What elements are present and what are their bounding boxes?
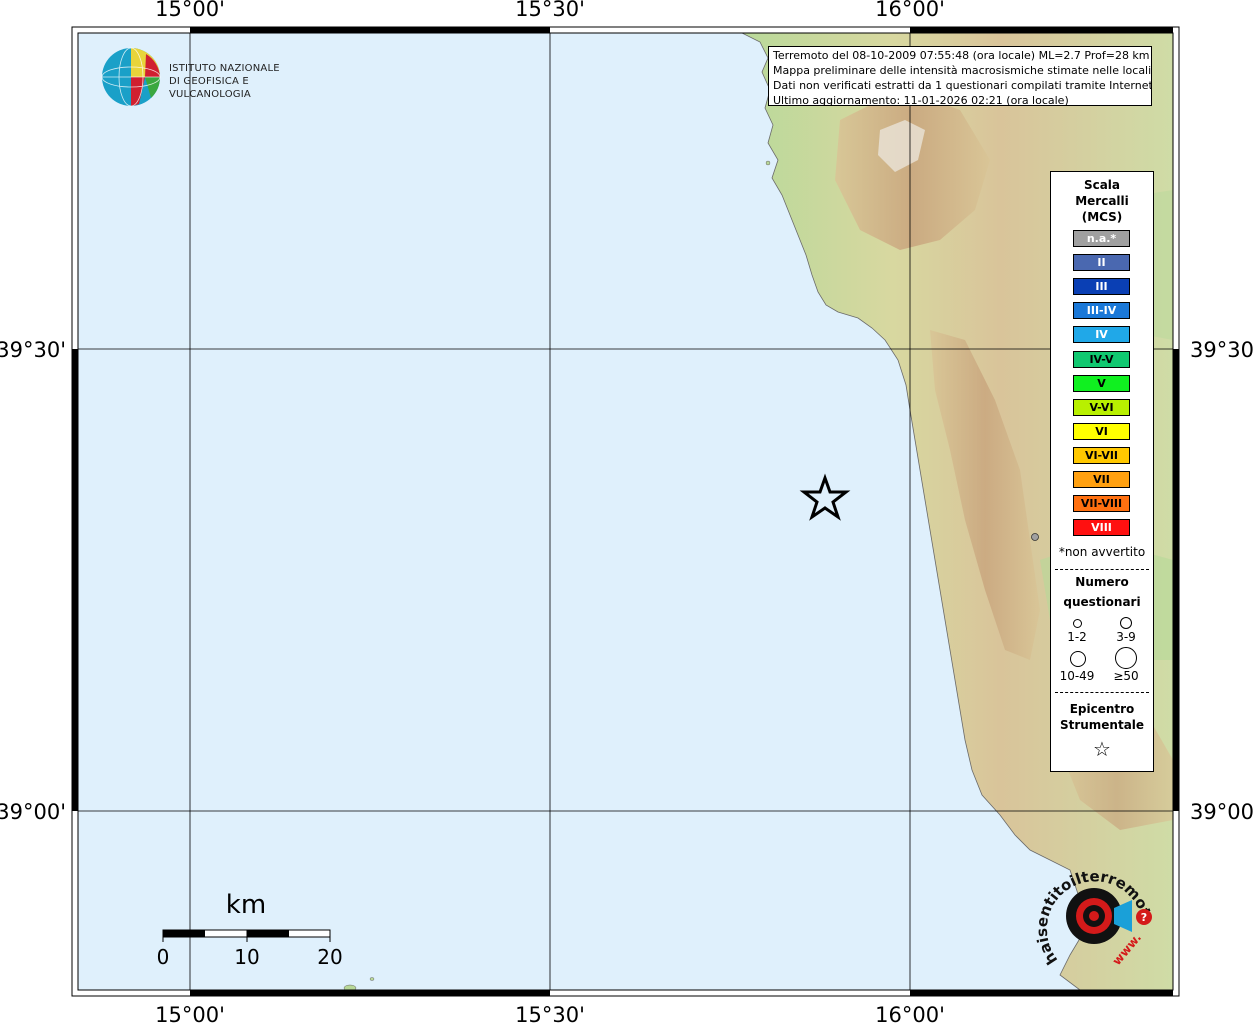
lat-label-right-1: 39°00' bbox=[1190, 800, 1255, 824]
info-line-event: Terremoto del 08-10-2009 07:55:48 (ora l… bbox=[773, 49, 1150, 62]
count-title-2: questionari bbox=[1063, 595, 1141, 609]
info-line-updated: Ultimo aggiornamento: 11-01-2026 02:21 (… bbox=[773, 94, 1069, 106]
intensity-swatch: VI bbox=[1073, 422, 1130, 440]
scale-tick-0: 0 bbox=[157, 945, 170, 969]
ingv-name-line2: DI GEOFISICA E VULCANOLOGIA bbox=[169, 76, 251, 100]
intensity-swatch: VII bbox=[1073, 471, 1130, 488]
ingv-globe-icon bbox=[101, 47, 161, 107]
intensity-swatch: VIII bbox=[1073, 519, 1130, 537]
count-label-2: 3-9 bbox=[1116, 630, 1136, 644]
legend-divider bbox=[1055, 692, 1149, 693]
intensity-swatch: IV-V bbox=[1073, 350, 1130, 368]
haisentito-logo-icon: haisentitoilterremoto.it ? www. bbox=[1025, 846, 1155, 968]
lon-label-bottom-2: 16°00' bbox=[875, 1003, 945, 1024]
count-title-1: Numero bbox=[1075, 575, 1129, 589]
lon-label-top-2: 16°00' bbox=[875, 0, 945, 21]
intensity-swatch: n.a.* bbox=[1073, 230, 1130, 247]
intensity-swatch: IV bbox=[1073, 326, 1130, 344]
count-label-1: 1-2 bbox=[1067, 630, 1087, 644]
islet bbox=[765, 160, 771, 166]
scale-tick-1: 10 bbox=[234, 945, 259, 969]
intensity-swatch: VI-VII bbox=[1073, 446, 1130, 464]
scale-tick-2: 20 bbox=[317, 945, 342, 969]
lat-label-left-1: 39°00' bbox=[0, 800, 66, 824]
epicenter-title-1: Epicentro bbox=[1069, 702, 1135, 716]
count-circle-xlarge bbox=[1115, 647, 1137, 669]
lon-label-top-0: 15°00' bbox=[155, 0, 225, 21]
legend-footnote: *non avvertito bbox=[1058, 545, 1146, 559]
intensity-swatch: III-IV bbox=[1073, 302, 1130, 320]
ingv-logo: ISTITUTO NAZIONALE DI GEOFISICA E VULCAN… bbox=[101, 46, 331, 110]
intensity-swatch: II bbox=[1073, 254, 1130, 272]
count-circle-medium bbox=[1120, 617, 1132, 629]
count-label-3: 10-49 bbox=[1059, 669, 1095, 683]
info-line-data-source: Dati non verificati estratti da 1 questi… bbox=[773, 79, 1152, 92]
lon-label-bottom-1: 15°30' bbox=[515, 1003, 585, 1024]
intensity-swatch: VII-VIII bbox=[1073, 495, 1130, 513]
intensity-swatch: III bbox=[1073, 278, 1130, 296]
scale-unit: km bbox=[226, 890, 266, 920]
lat-label-left-0: 39°30' bbox=[0, 338, 66, 362]
intensity-swatch: V-VI bbox=[1073, 398, 1130, 416]
lon-label-top-1: 15°30' bbox=[515, 0, 585, 21]
count-label-4: ≥50 bbox=[1113, 669, 1139, 683]
legend-title-2: Mercalli bbox=[1075, 194, 1129, 208]
count-circle-large bbox=[1070, 651, 1086, 667]
badge-url: www. bbox=[1110, 931, 1145, 968]
legend-title-1: Scala bbox=[1083, 178, 1121, 192]
svg-text:?: ? bbox=[1141, 911, 1147, 924]
epicenter-title-2: Strumentale bbox=[1059, 718, 1145, 732]
lat-label-right-0: 39°30' bbox=[1190, 338, 1255, 362]
islet bbox=[369, 977, 375, 981]
info-line-description: Mappa preliminare delle intensità macros… bbox=[773, 64, 1152, 77]
mcs-legend: Scala Mercalli (MCS) n.a.* II III III-IV IV I… bbox=[1050, 171, 1154, 772]
legend-divider bbox=[1055, 569, 1149, 570]
intensity-swatch: V bbox=[1073, 374, 1130, 392]
lon-label-bottom-0: 15°00' bbox=[155, 1003, 225, 1024]
ingv-name-line1: ISTITUTO NAZIONALE bbox=[169, 63, 280, 74]
count-circle-small bbox=[1073, 619, 1082, 628]
felt-report-point bbox=[1031, 533, 1039, 541]
epicenter-star-icon: ☆ bbox=[1093, 737, 1111, 761]
earthquake-info-box: Terremoto del 08-10-2009 07:55:48 (ora l… bbox=[768, 46, 1152, 106]
legend-title-3: (MCS) bbox=[1081, 210, 1123, 224]
haisentito-badge: haisentitoilterremoto.it ? www. bbox=[1025, 846, 1160, 980]
